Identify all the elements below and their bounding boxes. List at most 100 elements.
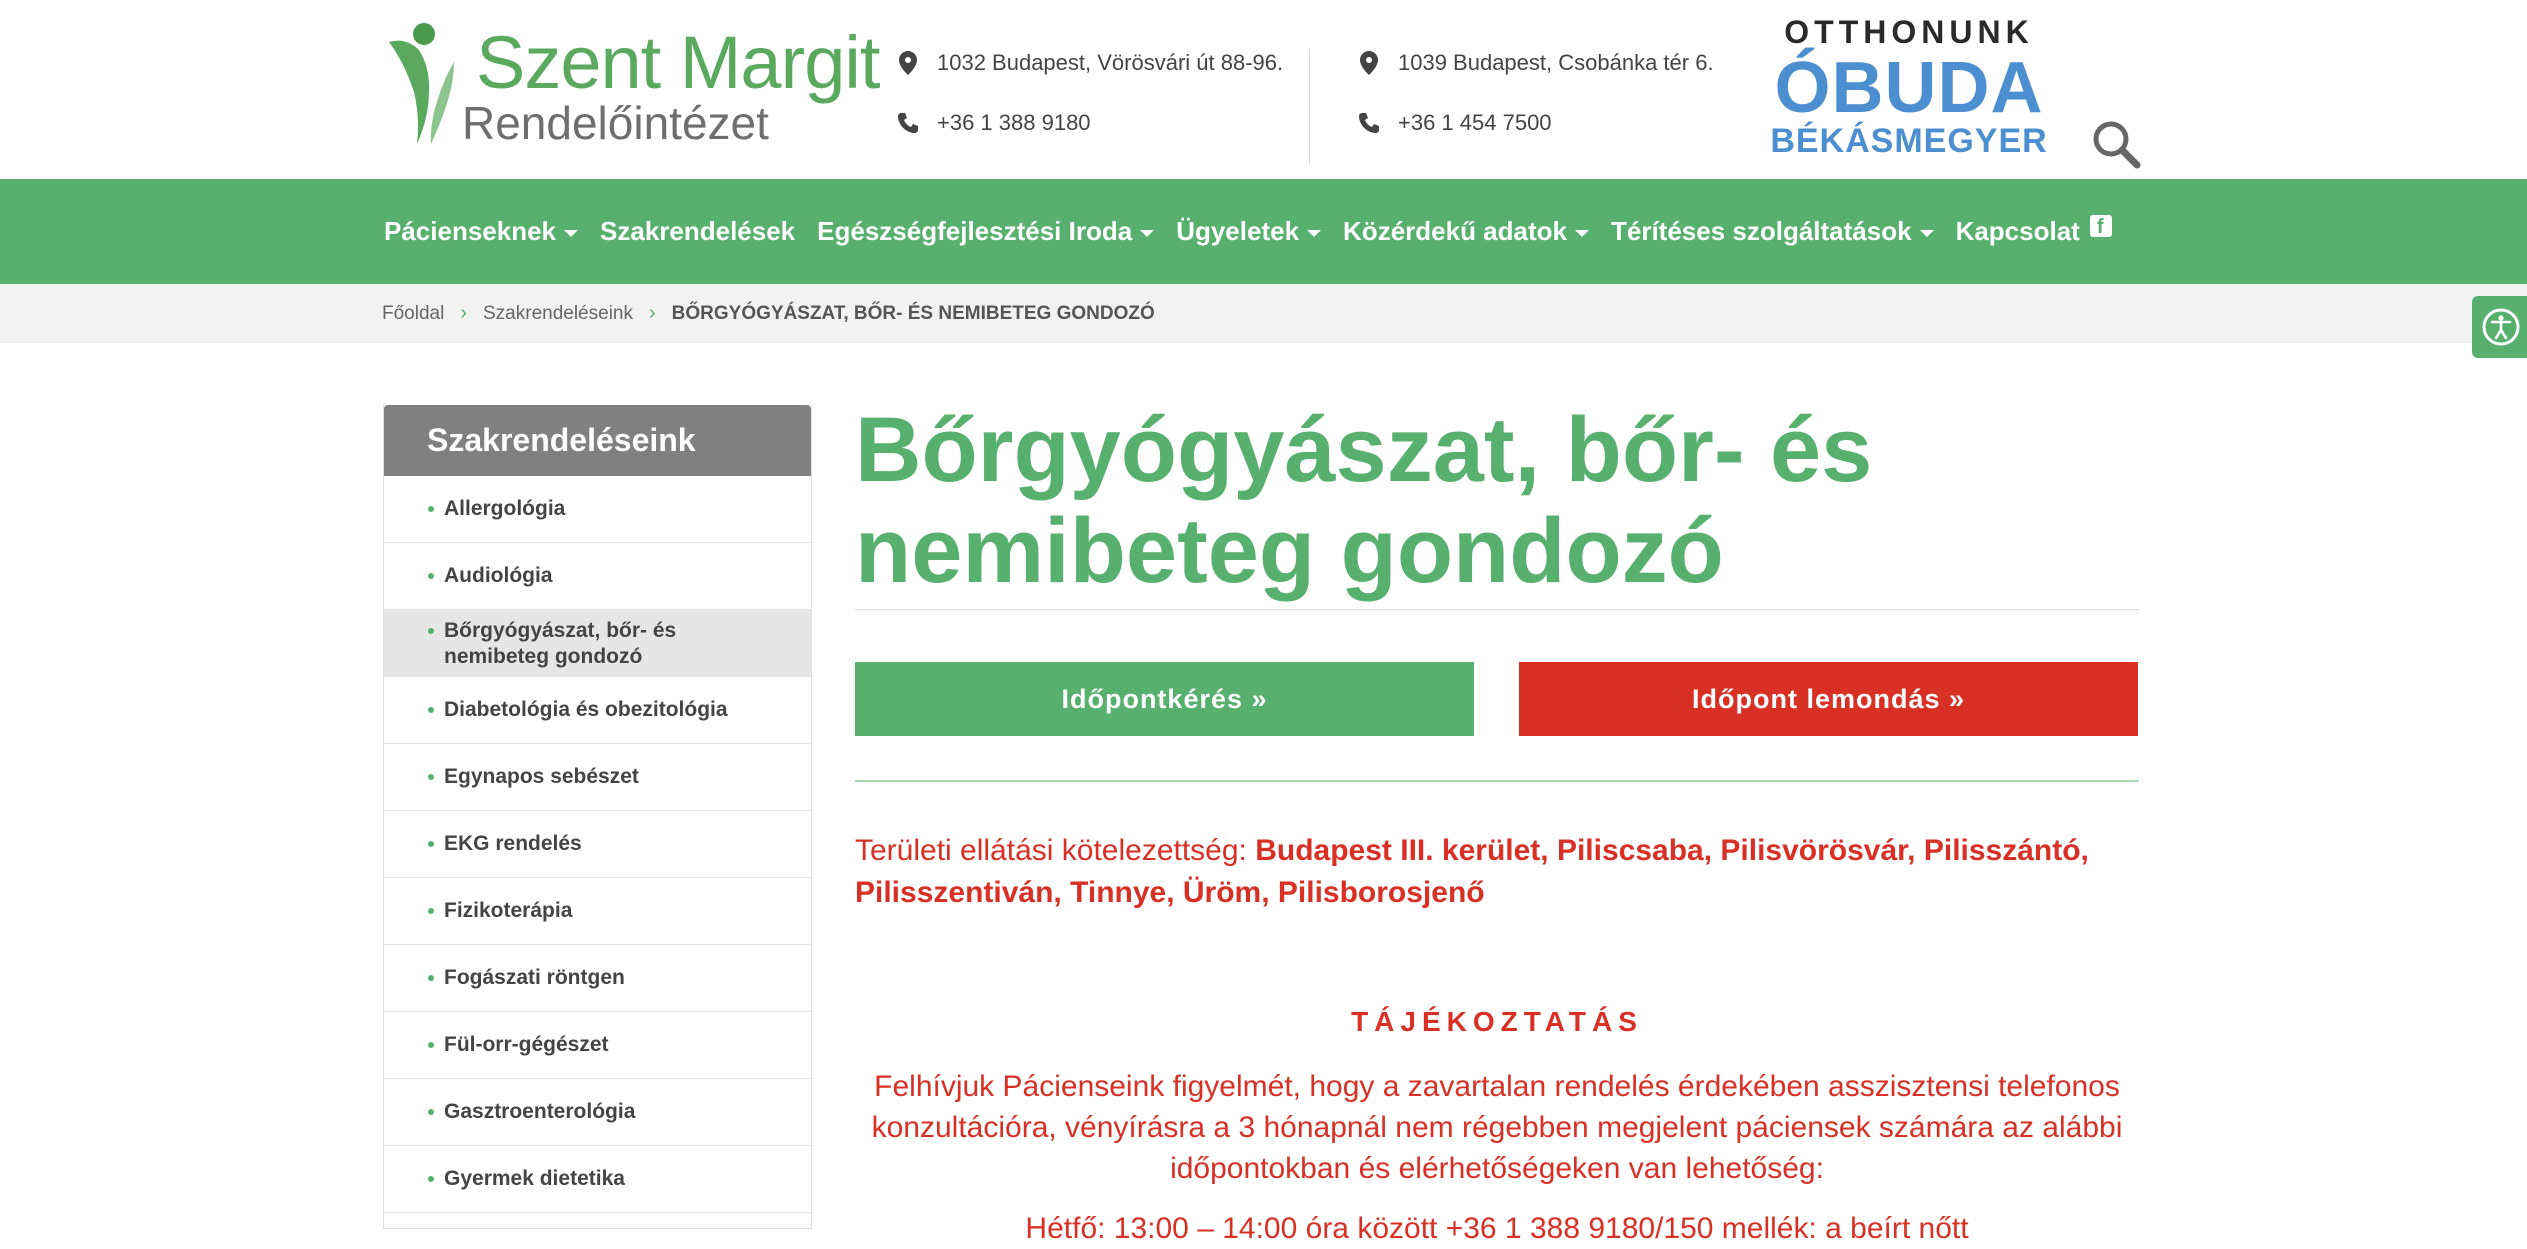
- sidebar-item-label: Bőrgyógyászat, bőr- és nemibeteg gondozó: [444, 619, 677, 668]
- logo-figure-icon: [389, 23, 454, 144]
- contact-address-2: 1039 Budapest, Csobánka tér 6.: [1354, 48, 1714, 78]
- sidebar-item-label: Gasztroenterológia: [444, 1100, 636, 1123]
- bullet-icon: [428, 975, 434, 981]
- sidebar-item-allergologia[interactable]: Allergológia: [384, 476, 811, 543]
- sidebar-item-borgyogyaszat[interactable]: Bőrgyógyászat, bőr- és nemibeteg gondozó: [384, 610, 811, 677]
- contact-address-1: 1032 Budapest, Vörösvári út 88-96.: [893, 48, 1283, 78]
- content-divider: [855, 780, 2139, 782]
- breadcrumb-current: BŐRGYÓGYÁSZAT, BŐR- ÉS NEMIBETEG GONDOZÓ: [671, 302, 1155, 324]
- bullet-icon: [428, 841, 434, 847]
- nav-label: Ügyeletek: [1176, 216, 1300, 246]
- sidebar-item-label: Allergológia: [444, 497, 566, 520]
- phone-1-text[interactable]: +36 1 388 9180: [937, 110, 1091, 136]
- facebook-icon[interactable]: f: [2089, 214, 2112, 237]
- site-logo[interactable]: Szent Margit Rendelőintézet: [384, 22, 880, 152]
- cancel-appointment-button[interactable]: Időpont lemondás »: [1519, 662, 2138, 736]
- breadcrumb-parent[interactable]: Szakrendeléseink: [483, 303, 633, 325]
- sidebar-item-label: Diabetológia és obezitológia: [444, 698, 728, 721]
- sidebar-item-gyermek-dietetika[interactable]: Gyermek dietetika: [384, 1146, 811, 1213]
- info-hours-line: Hétfő: 13:00 – 14:00 óra között +36 1 38…: [1025, 1212, 1969, 1245]
- nav-item-szakrendelesek[interactable]: Szakrendelések: [600, 216, 795, 247]
- sidebar-item-ful-orr-gegeszet[interactable]: Fül-orr-gégészet: [384, 1012, 811, 1079]
- nav-items: Pácienseknek Szakrendelések Egészségfejl…: [384, 179, 2134, 284]
- bullet-icon: [428, 573, 434, 579]
- sidebar: Szakrendeléseink Allergológia Audiológia…: [383, 405, 812, 1229]
- phone-icon: [893, 108, 923, 138]
- logo-title: Szent Margit: [476, 21, 880, 104]
- map-pin-icon: [893, 48, 923, 78]
- sidebar-item-label: Audiológia: [444, 564, 553, 587]
- bullet-icon: [428, 1109, 434, 1115]
- nav-label: Kapcsolat: [1955, 216, 2080, 246]
- title-divider: [855, 609, 2139, 610]
- page-title: Bőrgyógyászat, bőr- és nemibeteg gondozó: [855, 399, 1873, 602]
- sidebar-item-label: EKG rendelés: [444, 832, 582, 855]
- breadcrumb-bar: Főoldal › Szakrendeléseink › BŐRGYÓGYÁSZ…: [0, 284, 2527, 343]
- sidebar-item-audiologia[interactable]: Audiológia: [384, 543, 811, 610]
- nav-item-kapcsolat[interactable]: Kapcsolat f: [1955, 214, 2112, 247]
- sidebar-item-label: Fogászati röntgen: [444, 966, 625, 989]
- chevron-down-icon: [564, 230, 579, 237]
- bullet-icon: [428, 1176, 434, 1182]
- obuda-logo-line3: BÉKÁSMEGYER: [1770, 122, 2048, 160]
- sidebar-item-egynapos-sebeszet[interactable]: Egynapos sebészet: [384, 744, 811, 811]
- info-text: Felhívjuk Pácienseink figyelmét, hogy a …: [871, 1070, 2123, 1185]
- address-1-text: 1032 Budapest, Vörösvári út 88-96.: [937, 50, 1284, 75]
- book-appointment-button[interactable]: Időpontkérés »: [855, 662, 1474, 736]
- bullet-icon: [428, 707, 434, 713]
- bullet-icon: [428, 908, 434, 914]
- bullet-icon: [428, 506, 434, 512]
- bullet-icon: [428, 774, 434, 780]
- sidebar-title: Szakrendeléseink: [384, 405, 811, 476]
- nav-item-egeszsegfejlesztesi-iroda[interactable]: Egészségfejlesztési Iroda: [817, 216, 1155, 247]
- sidebar-item-label: Fizikoterápia: [444, 899, 573, 922]
- obuda-logo-line2: ÓBUDA: [1774, 48, 2044, 128]
- header-divider: [1309, 50, 1310, 165]
- logo-subtitle: Rendelőintézet: [462, 97, 769, 149]
- nav-label: Térítéses szolgáltatások: [1610, 216, 1912, 246]
- accessibility-icon: [2482, 308, 2520, 346]
- address-2-text: 1039 Budapest, Csobánka tér 6.: [1398, 50, 1714, 75]
- sidebar-item-fogaszati-rontgen[interactable]: Fogászati röntgen: [384, 945, 811, 1012]
- nav-label: Egészségfejlesztési Iroda: [817, 216, 1133, 246]
- sidebar-item-ekg-rendeles[interactable]: EKG rendelés: [384, 811, 811, 878]
- chevron-right-icon: ›: [648, 302, 656, 324]
- main-content: Bőrgyógyászat, bőr- és nemibeteg gondozó…: [855, 399, 2139, 1245]
- phone-icon: [1354, 108, 1384, 138]
- site-header: Szent Margit Rendelőintézet 1032 Budapes…: [0, 0, 2527, 179]
- bullet-icon: [428, 1042, 434, 1048]
- nav-item-pacienseknek[interactable]: Pácienseknek: [384, 216, 579, 247]
- nav-item-kozerdeku-adatok[interactable]: Közérdekű adatok: [1343, 216, 1589, 247]
- phone-2-text[interactable]: +36 1 454 7500: [1398, 110, 1552, 136]
- service-area: Területi ellátási kötelezettség: Budapes…: [855, 830, 2139, 914]
- nav-item-ugyeletek[interactable]: Ügyeletek: [1176, 216, 1322, 247]
- chevron-down-icon: [1919, 230, 1934, 237]
- sidebar-item-gasztroenterologia[interactable]: Gasztroenterológia: [384, 1079, 811, 1146]
- sidebar-item-diabetologia[interactable]: Diabetológia és obezitológia: [384, 677, 811, 744]
- chevron-down-icon: [1307, 230, 1322, 237]
- info-heading: TÁJÉKOZTATÁS: [1351, 1006, 1643, 1037]
- obuda-bekasmegyer-logo[interactable]: OTTHONUNK ÓBUDA BÉKÁSMEGYER: [1764, 14, 2054, 160]
- search-button[interactable]: [2090, 118, 2142, 170]
- nav-label: Közérdekű adatok: [1343, 216, 1567, 246]
- search-icon: [2093, 121, 2141, 169]
- obuda-logo-line1: OTTHONUNK: [1784, 14, 2034, 50]
- accessibility-button[interactable]: [2472, 296, 2527, 358]
- nav-label: Pácienseknek: [384, 216, 557, 246]
- service-area-label: Területi ellátási kötelezettség:: [855, 834, 1247, 867]
- sidebar-item-label: Egynapos sebészet: [444, 765, 639, 788]
- chevron-down-icon: [1140, 230, 1155, 237]
- chevron-down-icon: [1574, 230, 1589, 237]
- contact-phone-2[interactable]: +36 1 454 7500: [1354, 108, 1552, 138]
- main-navigation: Pácienseknek Szakrendelések Egészségfejl…: [0, 179, 2527, 284]
- breadcrumb-home[interactable]: Főoldal: [382, 303, 444, 325]
- bullet-icon: [428, 628, 434, 634]
- chevron-right-icon: ›: [460, 302, 467, 324]
- nav-item-teriteses-szolgaltatasok[interactable]: Térítéses szolgáltatások: [1611, 216, 1934, 247]
- sidebar-item-more[interactable]: [384, 1213, 811, 1228]
- sidebar-item-fizikoterapia[interactable]: Fizikoterápia: [384, 878, 811, 945]
- map-pin-icon: [1354, 48, 1384, 78]
- sidebar-item-label: Gyermek dietetika: [444, 1167, 625, 1190]
- sidebar-item-label: Fül-orr-gégészet: [444, 1033, 609, 1056]
- contact-phone-1[interactable]: +36 1 388 9180: [893, 108, 1091, 138]
